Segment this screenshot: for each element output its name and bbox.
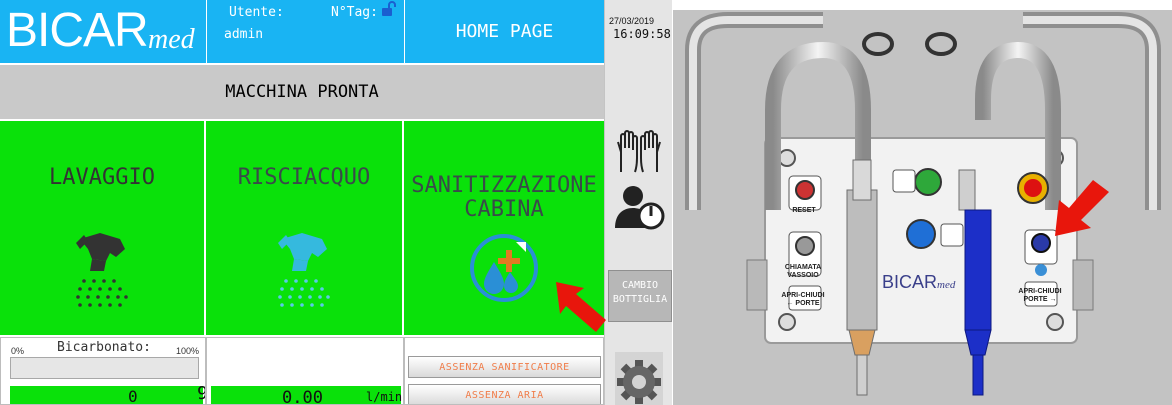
bicarbonato-counter-value2: 9	[197, 383, 205, 404]
tag-label: N°Tag:	[331, 5, 378, 20]
sanitizzazione-label-line1: SANITIZZAZIONE	[411, 173, 597, 198]
bicarbonato-gauge: 0% Bicarbonato: 100% 0 9	[0, 337, 206, 405]
red-arrow-annotation	[556, 282, 606, 332]
alarm-list: ASSENZA SANIFICATORE ASSENZA ARIA	[404, 337, 604, 405]
home-page-label: HOME PAGE	[455, 21, 554, 42]
cambio-bottiglia-button[interactable]: CAMBIO BOTTIGLIA	[608, 270, 672, 322]
device-brand-main: BICAR	[882, 272, 938, 292]
bicarbonato-counter: 0 9	[10, 383, 205, 405]
lavaggio-button[interactable]: LAVAGGIO	[0, 121, 206, 335]
bicarbonato-level-bar	[10, 357, 199, 379]
bicarbonato-min-label: 0%	[11, 346, 25, 356]
bicarbonato-label: Bicarbonato:	[57, 340, 151, 355]
gloves-icon[interactable]	[615, 128, 663, 174]
risciacquo-button[interactable]: RISCIACQUO	[206, 121, 404, 335]
rinse-spray-icon	[278, 233, 330, 307]
chiamata-line2: VASSOIO	[787, 272, 819, 279]
chiamata-line1: CHIAMATA	[784, 264, 822, 271]
chiamata-vassoio-label: CHIAMATA VASSOIO	[779, 264, 827, 280]
risciacquo-label: RISCIACQUO	[237, 165, 371, 190]
time-display: 16:09:58	[613, 27, 671, 41]
cambio-label-line1: CAMBIO	[621, 280, 659, 291]
logo-main-text: BICAR	[6, 4, 149, 57]
alarm-assenza-sanificatore[interactable]: ASSENZA SANIFICATORE	[408, 356, 601, 378]
flow-readout: 0.00 l/min	[206, 337, 404, 405]
user-logout-icon[interactable]	[613, 184, 665, 230]
machine-status-text: MACCHINA PRONTA	[225, 82, 379, 102]
device-brand-logo: BICARmed	[882, 272, 955, 293]
sanitizzazione-label-line2: CABINA	[464, 197, 544, 222]
home-page-button[interactable]: HOME PAGE	[404, 0, 604, 63]
device-illustration	[685, 12, 1161, 396]
unlock-icon	[382, 1, 396, 16]
flow-value-bar: 0.00 l/min	[211, 386, 403, 405]
hmi-screen: BICAR med Utente: admin N°Tag: HOME PAGE…	[0, 0, 672, 405]
logo-sub-text: med	[148, 24, 195, 55]
apri-right-line2: PORTE →	[1023, 296, 1057, 303]
apri-chiudi-left-label: APRI-CHIUDI ← PORTE	[779, 292, 827, 308]
apri-chiudi-right-label: APRI-CHIUDI PORTE →	[1016, 288, 1064, 304]
user-info-box: Utente: admin N°Tag:	[206, 0, 404, 63]
app-logo: BICAR med	[0, 0, 206, 63]
flow-unit: l/min	[366, 390, 403, 404]
reset-label: RESET	[792, 207, 816, 214]
cambio-label-line2: BOTTIGLIA	[612, 294, 668, 305]
bicarbonato-max-label: 100%	[176, 346, 200, 356]
device-brand-sub: med	[937, 279, 956, 291]
user-label: Utente:	[229, 5, 284, 20]
machine-status-bar: MACCHINA PRONTA	[0, 63, 604, 121]
alarm-assenza-aria[interactable]: ASSENZA ARIA	[408, 384, 601, 404]
gear-icon[interactable]	[615, 352, 663, 405]
sanitize-drops-icon	[470, 234, 538, 302]
date-display: 27/03/2019	[609, 16, 655, 26]
user-value: admin	[224, 27, 264, 42]
apri-right-line1: APRI-CHIUDI	[1018, 288, 1062, 295]
bicarbonato-counter-value: 0	[128, 387, 138, 405]
flow-value: 0.00	[282, 388, 323, 405]
apri-left-line1: APRI-CHIUDI	[781, 292, 825, 299]
side-panel: 27/03/2019 16:09:58 CAMBIO BOTTIGLIA	[604, 0, 672, 405]
apri-left-line2: ← PORTE	[786, 300, 820, 307]
device-photo: RESET CHIAMATA VASSOIO APRI-CHIUDI ← POR…	[673, 10, 1172, 405]
lavaggio-label: LAVAGGIO	[49, 165, 155, 190]
wash-spray-icon	[76, 233, 128, 307]
